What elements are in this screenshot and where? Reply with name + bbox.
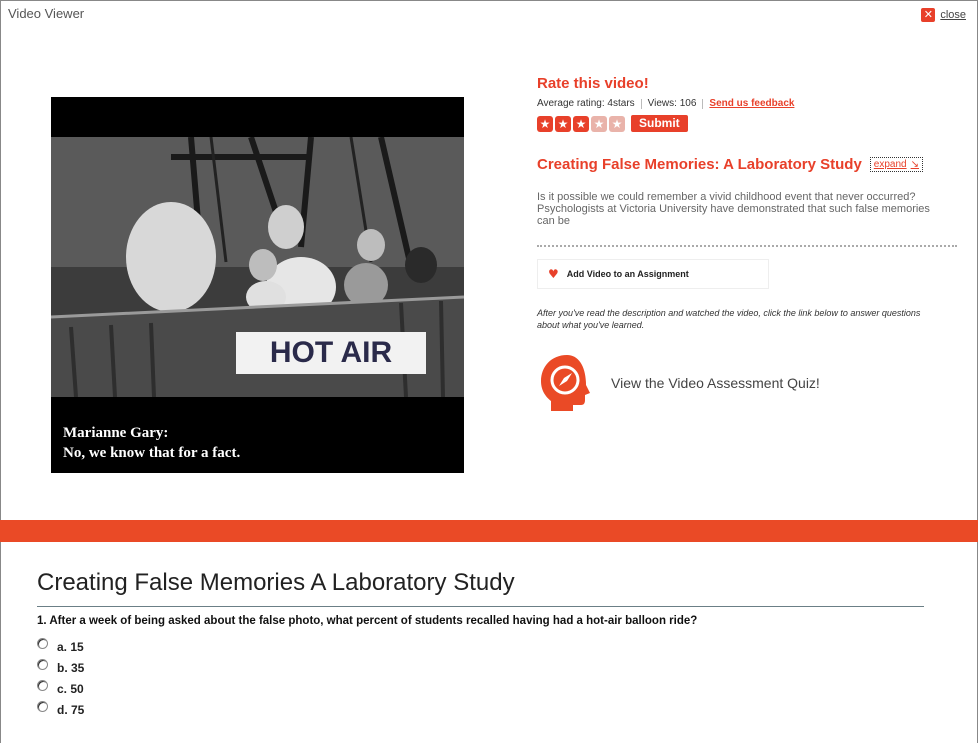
dotted-divider [537, 245, 957, 247]
rate-title: Rate this video! [537, 75, 649, 92]
answer-option[interactable]: b. 35 [37, 657, 84, 678]
rating-meta: Average rating: 4stars Views: 106 Send u… [537, 98, 957, 109]
close-icon[interactable]: ✕ [921, 8, 936, 22]
expand-link[interactable]: expand ↘ [869, 157, 923, 172]
answer-label[interactable]: c. 50 [57, 682, 84, 696]
answer-label[interactable]: d. 75 [57, 703, 84, 717]
video-assessment-quiz-link[interactable]: View the Video Assessment Quiz! [611, 375, 820, 391]
quiz-instructions: After you've read the description and wa… [537, 308, 921, 330]
heart-icon: ♥ [548, 267, 559, 281]
star-rating: ★ ★ ★ ★ ★ Submit [537, 115, 957, 132]
star-icon[interactable]: ★ [609, 115, 625, 132]
quiz-title: Creating False Memories A Laboratory Stu… [37, 569, 515, 596]
quiz-title-rule [37, 606, 924, 607]
average-rating: Average rating: 4stars [537, 98, 635, 109]
window-title: Video Viewer [8, 6, 85, 21]
section-band [0, 520, 978, 542]
star-icon[interactable]: ★ [555, 115, 571, 132]
add-to-assignment-button[interactable]: ♥ Add Video to an Assignment [537, 259, 769, 289]
video-title-row: Creating False Memories: A Laboratory St… [537, 156, 957, 173]
expand-label[interactable]: expand [874, 159, 907, 170]
video-description: Is it possible we could remember a vivid… [537, 191, 930, 227]
caption-speaker: Marianne Gary: [63, 425, 169, 441]
star-icon[interactable]: ★ [537, 115, 553, 132]
answer-option[interactable]: c. 50 [37, 678, 84, 699]
head-compass-icon[interactable] [537, 353, 597, 413]
video-player[interactable]: HOT AIR Marianne Gary: No, we know that … [51, 97, 464, 473]
arrow-down-right-icon: ↘ [910, 159, 919, 170]
radio-button[interactable] [37, 659, 48, 670]
answer-option[interactable]: d. 75 [37, 699, 84, 720]
radio-button[interactable] [37, 638, 48, 649]
answer-label[interactable]: a. 15 [57, 640, 84, 654]
divider [640, 98, 642, 109]
divider [702, 98, 704, 109]
answer-option[interactable]: a. 15 [37, 636, 84, 657]
answer-options: a. 15 b. 35 c. 50 d. 75 [37, 636, 84, 720]
video-title: Creating False Memories: A Laboratory St… [537, 156, 862, 173]
video-info-panel: Rate this video! Average rating: 4stars … [537, 75, 957, 413]
answer-label[interactable]: b. 35 [57, 661, 84, 675]
quiz-question: 1. After a week of being asked about the… [37, 615, 698, 627]
send-feedback-link[interactable]: Send us feedback [709, 98, 794, 109]
close-link[interactable]: close [940, 9, 966, 21]
star-icon[interactable]: ★ [591, 115, 607, 132]
star-icon[interactable]: ★ [573, 115, 589, 132]
caption-text: No, we know that for a fact. [63, 445, 241, 461]
radio-button[interactable] [37, 701, 48, 712]
add-to-assignment-label[interactable]: Add Video to an Assignment [567, 269, 689, 279]
radio-button[interactable] [37, 680, 48, 691]
submit-rating-button[interactable]: Submit [631, 115, 688, 132]
close-control[interactable]: ✕ close [921, 8, 966, 22]
hot-air-sign: HOT AIR [269, 336, 393, 369]
quiz-link-row[interactable]: View the Video Assessment Quiz! [537, 353, 957, 413]
view-count: Views: 106 [647, 98, 697, 109]
video-caption: Marianne Gary: No, we know that for a fa… [63, 423, 240, 463]
